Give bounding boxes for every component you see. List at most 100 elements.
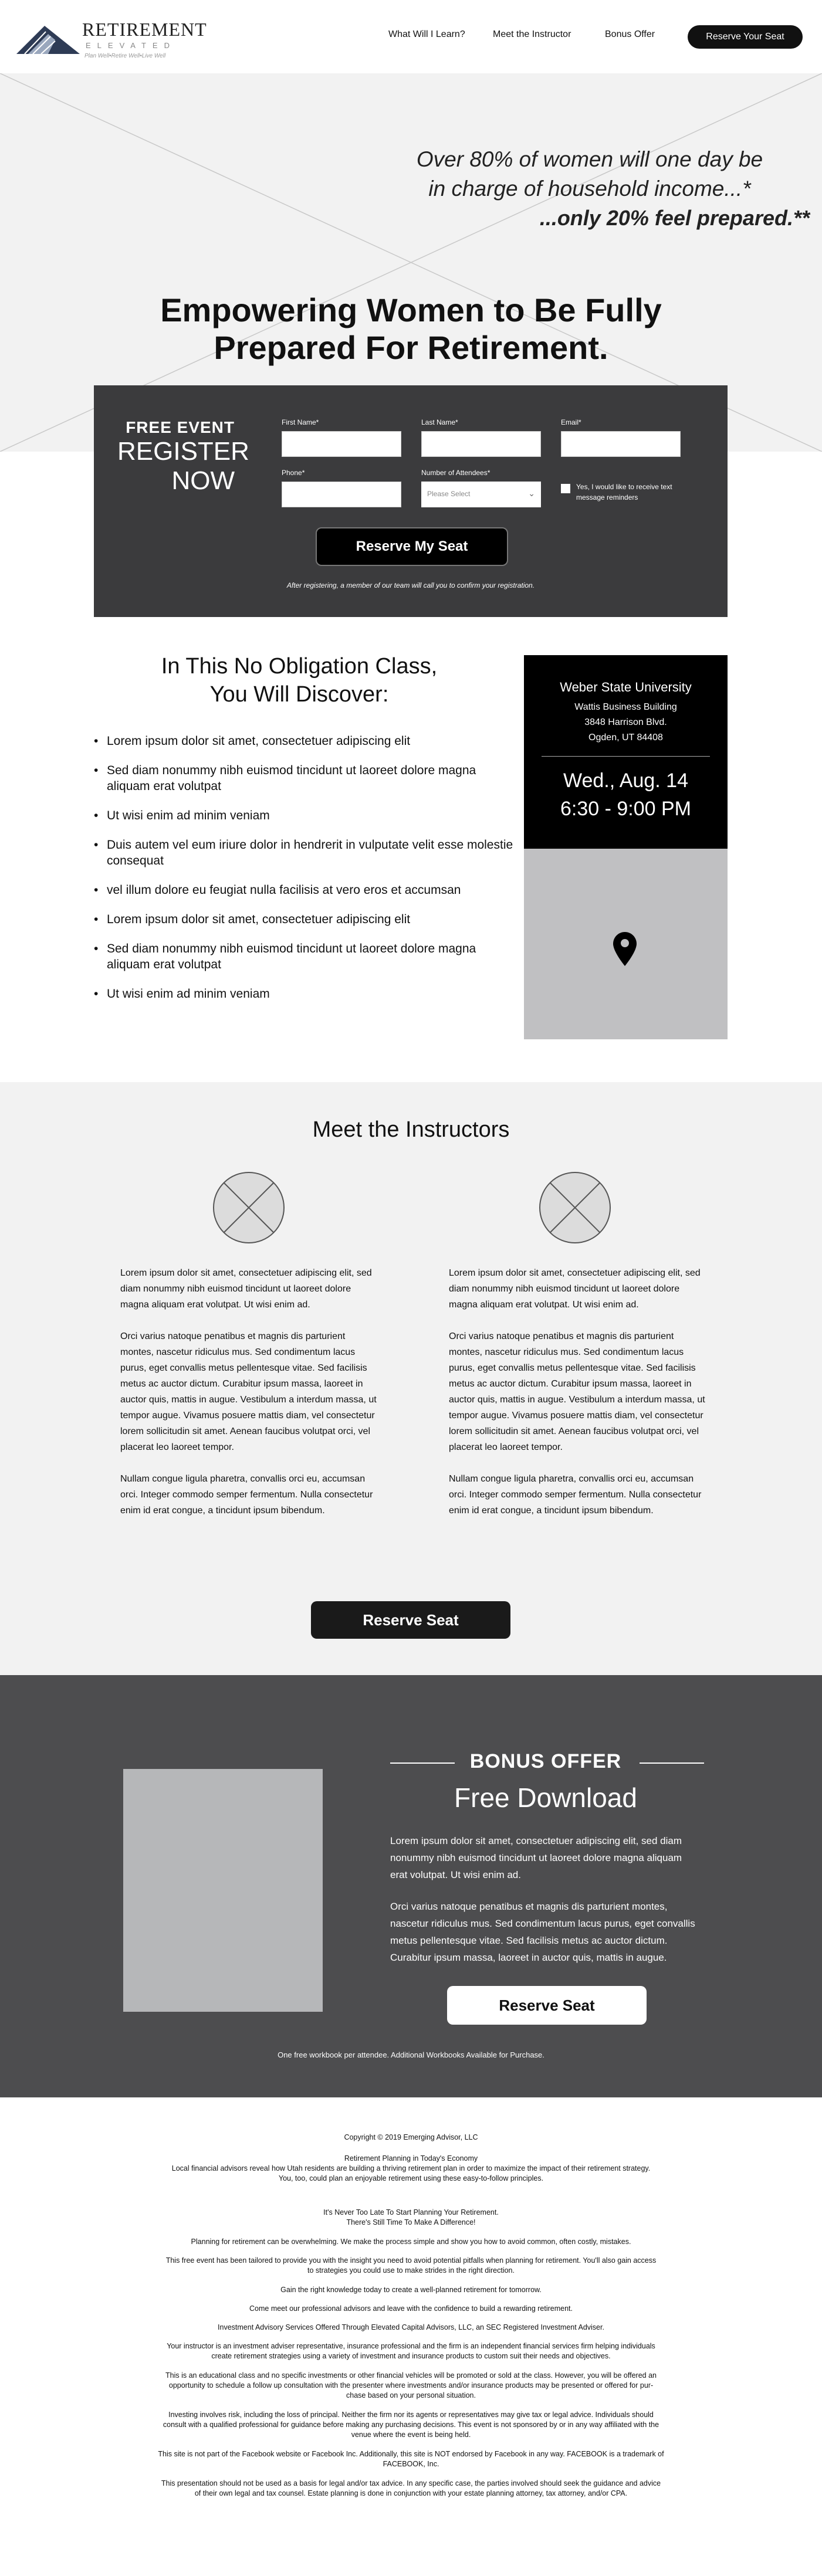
footer-text: Come meet our professional advisors and … (249, 2304, 573, 2313)
register-label: REGISTER (117, 437, 249, 466)
first-name-field[interactable] (282, 431, 401, 457)
class-heading-line-2: You Will Discover: (209, 682, 389, 707)
now-label: NOW (171, 466, 235, 495)
footer-text: create retirement strategies using a var… (211, 2352, 611, 2360)
bio-paragraph: Lorem ipsum dolor sit amet, consectetuer… (120, 1268, 372, 1310)
attendees-select[interactable]: Please Select ⌄ (421, 482, 541, 507)
footer-text: to strategies you could use to make stri… (307, 2266, 515, 2275)
event-time: 6:30 - 9:00 PM (560, 798, 691, 820)
instructor-photo-placeholder (213, 1172, 285, 1243)
first-name-label: First Name* (282, 418, 319, 426)
footer-text: There's Still Time To Make A Difference! (346, 2218, 476, 2226)
footer-text: This is an educational class and no spec… (165, 2371, 657, 2380)
event-city: Ogden, UT 84408 (588, 733, 663, 743)
logo-subtitle: ELEVATED (86, 41, 176, 50)
bio-paragraph: Lorem ipsum dolor sit amet, consectetuer… (449, 1268, 701, 1310)
phone-field[interactable] (282, 482, 401, 507)
form-heading: FREE EVENT REGISTER NOW (117, 418, 249, 496)
footer-text: venue where the event is being held. (351, 2431, 471, 2439)
footer-text: This free event has been tailored to pro… (165, 2256, 657, 2265)
event-street: 3848 Harrison Blvd. (584, 717, 667, 727)
email-label: Email* (561, 418, 581, 426)
event-details-card: Weber State University Wattis Business B… (524, 655, 728, 849)
footer-text: This presentation should not be used as … (161, 2479, 661, 2487)
bio-paragraph: Orci varius natoque penatibus et magnis … (449, 1331, 705, 1452)
event-map[interactable] (524, 849, 728, 1039)
instructor-bio: Lorem ipsum dolor sit amet, consectetuer… (120, 1265, 378, 1534)
hero-quote-line-1: Over 80% of women will one day be (416, 147, 763, 171)
footer-text: Investment Advisory Services Offered Thr… (218, 2323, 604, 2331)
list-item: Sed diam nonummy nibh euismod tincidunt … (94, 762, 516, 794)
reserve-seat-button[interactable]: Reserve Seat (311, 1601, 510, 1639)
instructors-heading: Meet the Instructors (312, 1117, 510, 1142)
footer-text: Your instructor is an investment adviser… (167, 2342, 655, 2350)
page-title-line-1: Empowering Women to Be Fully (160, 292, 662, 328)
nav-bonus-offer[interactable]: Bonus Offer (605, 29, 655, 40)
bonus-paragraph: Orci varius natoque penatibus et magnis … (390, 1901, 695, 1963)
bonus-paragraph: Lorem ipsum dolor sit amet, consectetuer… (390, 1835, 682, 1880)
list-item: Duis autem vel eum iriure dolor in hendr… (94, 837, 516, 869)
list-item: Ut wisi enim ad minim veniam (94, 808, 516, 823)
reserve-seat-button[interactable]: Reserve Seat (447, 1986, 647, 2025)
list-item: Lorem ipsum dolor sit amet, consectetuer… (94, 911, 516, 927)
footer-text: Gain the right knowledge today to create… (280, 2286, 542, 2294)
event-address: Wattis Business Building 3848 Harrison B… (524, 700, 728, 745)
chevron-down-icon: ⌄ (528, 489, 535, 498)
text-optin-label: Yes, I would like to receive text messag… (576, 483, 672, 501)
registration-form: FREE EVENT REGISTER NOW First Name* Last… (94, 385, 728, 617)
free-event-label: FREE EVENT (126, 418, 235, 436)
instructor-photo-placeholder (539, 1172, 611, 1243)
footer-text: Retirement Planning in Today's Economy (344, 2154, 478, 2163)
bio-paragraph: Nullam congue ligula pharetra, convallis… (120, 1474, 373, 1516)
nav-meet-the-instructor[interactable]: Meet the Instructor (493, 29, 571, 40)
list-item: Ut wisi enim ad minim veniam (94, 986, 516, 1002)
footer-text: consult with a qualified professional fo… (163, 2421, 659, 2429)
attendees-placeholder: Please Select (427, 490, 471, 498)
attendees-label: Number of Attendees* (421, 469, 491, 477)
list-item: vel illum dolore eu feugiat nulla facili… (94, 882, 516, 898)
event-building: Wattis Business Building (574, 702, 677, 712)
map-pin-icon (613, 932, 637, 966)
hero-quote-emphasis: ...only 20% feel prepared.** (539, 206, 810, 230)
footer-text: You, too, could plan an enjoyable retire… (278, 2174, 544, 2182)
bio-paragraph: Orci varius natoque penatibus et magnis … (120, 1331, 377, 1452)
page-title-line-2: Prepared For Retirement. (214, 329, 608, 366)
bonus-section: BONUS OFFER Free Download Lorem ipsum do… (0, 1675, 822, 2097)
footer-text: Local financial advisors reveal how Utah… (171, 2164, 651, 2172)
bonus-note: One free workbook per attendee. Addition… (278, 2050, 544, 2059)
logo[interactable]: RETIREMENT ELEVATED Plan Well•Retire Wel… (16, 19, 216, 60)
copyright: Copyright © 2019 Emerging Advisor, LLC (344, 2133, 478, 2141)
form-note: After registering, a member of our team … (286, 581, 535, 589)
mountain-logo-icon (16, 26, 80, 54)
divider (542, 756, 710, 757)
footer-text: chase based on your personal situation. (346, 2391, 476, 2399)
event-venue: Weber State University (560, 680, 692, 694)
logo-tagline: Plan Well•Retire Well•Live Well (84, 53, 166, 59)
footer-text: opportunity to schedule a follow up cons… (168, 2381, 654, 2389)
bio-paragraph: Nullam congue ligula pharetra, convallis… (449, 1474, 702, 1516)
class-heading-line-1: In This No Obligation Class, (161, 654, 438, 679)
last-name-field[interactable] (421, 431, 541, 457)
instructor-bio: Lorem ipsum dolor sit amet, consectetuer… (449, 1265, 707, 1534)
reserve-your-seat-button[interactable]: Reserve Your Seat (688, 25, 803, 49)
footer-text: This site is not part of the Facebook we… (158, 2450, 664, 2458)
event-datetime: Wed., Aug. 14 6:30 - 9:00 PM (524, 767, 728, 823)
footer-text: FACEBOOK, Inc. (383, 2460, 439, 2468)
site-footer: Copyright © 2019 Emerging Advisor, LLC R… (0, 2097, 822, 2576)
site-header: RETIREMENT ELEVATED Plan Well•Retire Wel… (0, 0, 822, 73)
page-title: Empowering Women to Be Fully Prepared Fo… (0, 292, 822, 367)
bonus-offer-label: BONUS OFFER (469, 1750, 622, 1772)
reserve-my-seat-button[interactable]: Reserve My Seat (316, 527, 508, 566)
event-date: Wed., Aug. 14 (563, 770, 688, 792)
email-field[interactable] (561, 431, 681, 457)
last-name-label: Last Name* (421, 418, 458, 426)
hero-quote: Over 80% of women will one day be in cha… (411, 145, 769, 204)
list-item: Lorem ipsum dolor sit amet, consectetuer… (94, 733, 516, 749)
bonus-subtitle: Free Download (454, 1782, 637, 1813)
footer-text: Investing involves risk, including the l… (168, 2411, 654, 2419)
phone-label: Phone* (282, 469, 305, 477)
workbook-image-placeholder (123, 1769, 323, 2012)
instructors-section: Meet the Instructors Lorem ipsum dolor s… (0, 1082, 822, 1675)
nav-what-will-i-learn[interactable]: What Will I Learn? (388, 29, 465, 40)
text-optin-checkbox[interactable] (561, 484, 570, 493)
